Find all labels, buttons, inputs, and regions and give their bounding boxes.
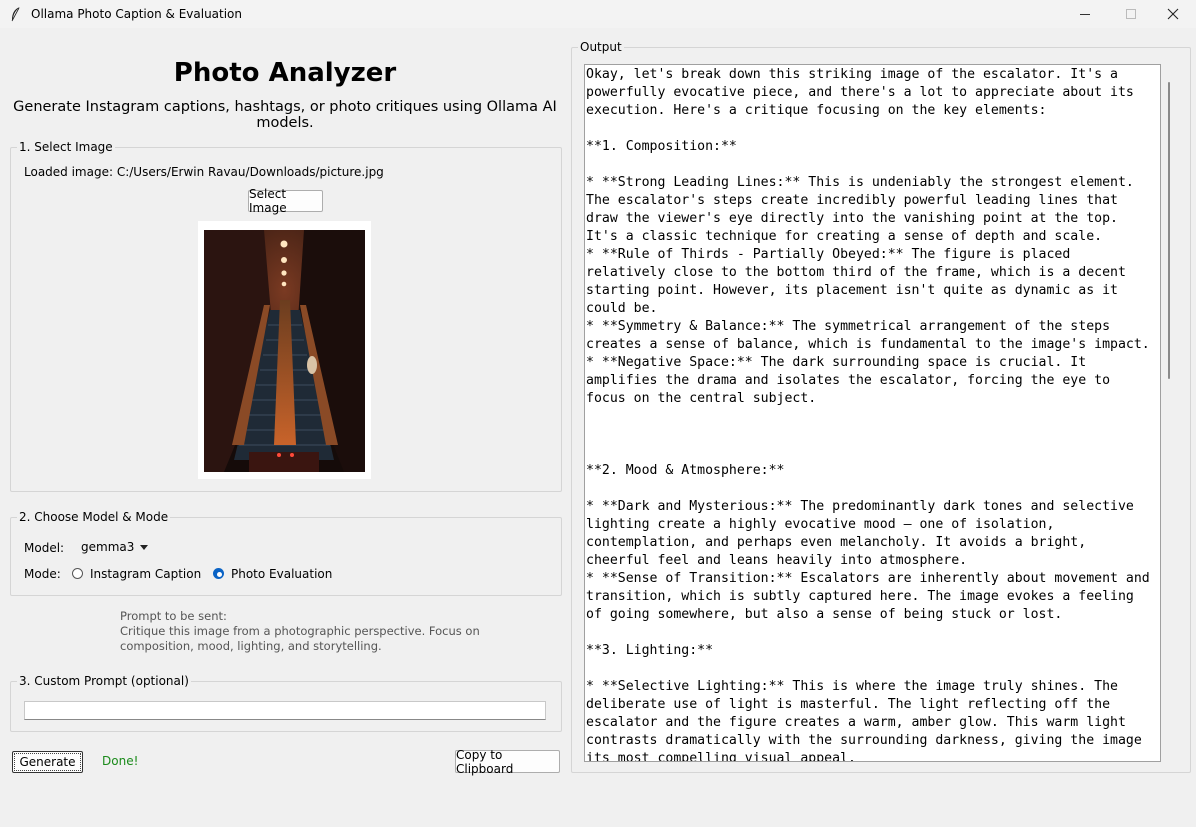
page-subtitle: Generate Instagram captions, hashtags, o… bbox=[13, 99, 557, 131]
maximize-button[interactable] bbox=[1108, 0, 1154, 28]
custom-prompt-group-label: 3. Custom Prompt (optional) bbox=[17, 674, 191, 688]
status-text: Done! bbox=[102, 754, 139, 768]
maximize-icon bbox=[1126, 9, 1136, 19]
title-bar: Ollama Photo Caption & Evaluation bbox=[0, 0, 1196, 28]
custom-prompt-input[interactable] bbox=[24, 701, 546, 720]
minimize-button[interactable] bbox=[1062, 0, 1108, 28]
escalator-illustration bbox=[204, 230, 365, 472]
mode-label: Mode: bbox=[24, 567, 61, 581]
select-image-group-label: 1. Select Image bbox=[17, 140, 115, 154]
prompt-preview: Prompt to be sent: Critique this image f… bbox=[120, 609, 500, 654]
output-textbox[interactable]: Okay, let's break down this striking ima… bbox=[584, 64, 1161, 762]
feather-icon bbox=[11, 7, 20, 22]
chevron-down-icon bbox=[140, 545, 148, 550]
select-image-button[interactable]: Select Image bbox=[248, 187, 323, 215]
radio-photo-evaluation-label[interactable]: Photo Evaluation bbox=[231, 567, 332, 581]
close-icon bbox=[1167, 8, 1179, 20]
loaded-image-path: Loaded image: C:/Users/Erwin Ravau/Downl… bbox=[24, 165, 384, 179]
radio-photo-evaluation[interactable] bbox=[213, 568, 224, 579]
generate-button-label: Generate bbox=[14, 753, 81, 771]
model-dropdown[interactable]: gemma3 bbox=[72, 539, 152, 557]
escalator-photo bbox=[204, 230, 365, 472]
model-value: gemma3 bbox=[81, 540, 135, 554]
prompt-preview-text: Critique this image from a photographic … bbox=[120, 624, 480, 653]
output-content: Okay, let's break down this striking ima… bbox=[586, 67, 1150, 762]
output-group-label: Output bbox=[578, 40, 624, 54]
model-mode-group-label: 2. Choose Model & Mode bbox=[17, 510, 171, 524]
output-scrollbar-thumb[interactable] bbox=[1168, 82, 1170, 379]
radio-instagram-caption-label[interactable]: Instagram Caption bbox=[90, 567, 201, 581]
page-title: Photo Analyzer bbox=[173, 58, 397, 88]
radio-instagram-caption[interactable] bbox=[72, 568, 83, 579]
generate-button[interactable]: Generate bbox=[12, 751, 83, 773]
copy-to-clipboard-button[interactable]: Copy to Clipboard bbox=[455, 748, 560, 776]
minimize-icon bbox=[1080, 14, 1090, 15]
window-title: Ollama Photo Caption & Evaluation bbox=[31, 7, 243, 21]
close-button[interactable] bbox=[1150, 0, 1196, 28]
prompt-preview-label: Prompt to be sent: bbox=[120, 609, 227, 623]
image-preview bbox=[198, 221, 371, 479]
model-label: Model: bbox=[24, 541, 65, 555]
